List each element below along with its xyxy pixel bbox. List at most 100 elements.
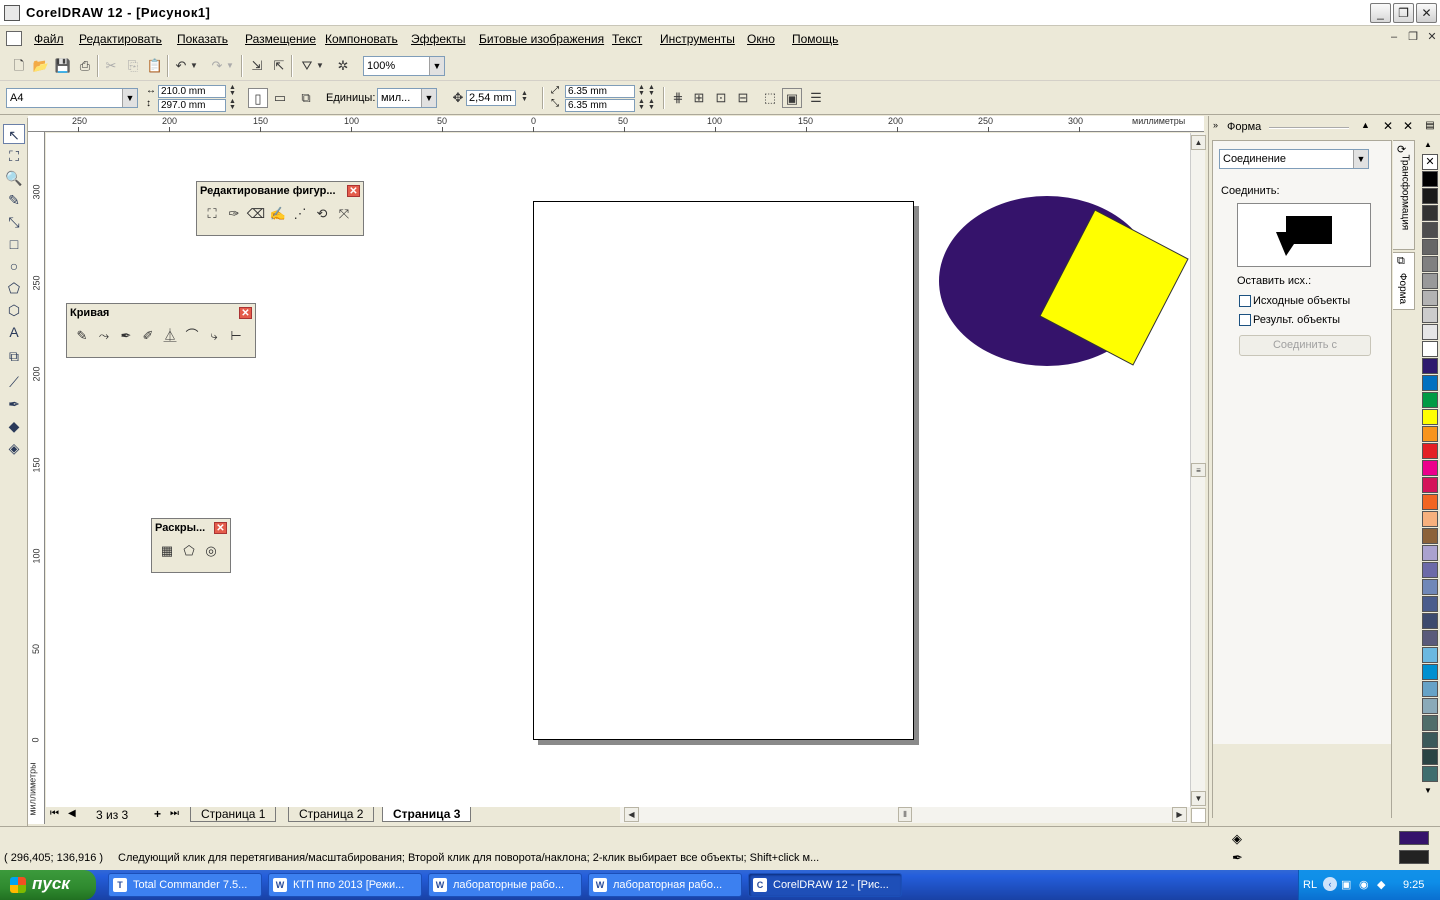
graph-paper-icon[interactable]: ▦ — [157, 541, 177, 561]
color-swatch[interactable] — [1422, 749, 1438, 765]
nudge-spinner[interactable]: ▲ ▼ — [520, 90, 529, 104]
interactive-fill-icon[interactable]: ◈ — [3, 438, 25, 458]
color-swatch[interactable] — [1422, 630, 1438, 646]
close-icon[interactable]: ✕ — [239, 307, 252, 319]
toolbar-header[interactable]: Раскры... ✕ — [152, 519, 230, 537]
menu-view[interactable]: Показать — [177, 32, 228, 46]
shaping-mode-combo[interactable]: Соединение ▼ — [1219, 149, 1369, 169]
close-icon[interactable]: ✕ — [214, 522, 227, 534]
color-swatch[interactable] — [1422, 239, 1438, 255]
color-swatch[interactable] — [1422, 579, 1438, 595]
eraser-tool-icon[interactable]: ⌫ — [246, 204, 266, 224]
scroll-thumb-h[interactable]: ⦀ — [898, 807, 912, 822]
add-page-icon[interactable]: + — [154, 807, 161, 821]
docker-close-icon[interactable]: ✕ — [1383, 119, 1393, 133]
outline-indicator-icon[interactable]: ✒ — [1232, 850, 1243, 866]
new-icon[interactable]: 🗋 — [9, 56, 29, 76]
zoom-tool-icon[interactable]: 🔍 — [3, 168, 25, 188]
menu-layout[interactable]: Размещение — [245, 32, 316, 46]
palette-down-icon[interactable]: ▼ — [1424, 786, 1432, 795]
scroll-up-icon[interactable]: ▲ — [1191, 135, 1206, 150]
text-tool-icon[interactable]: A — [3, 322, 25, 342]
color-swatch[interactable] — [1422, 715, 1438, 731]
color-swatch[interactable] — [1422, 477, 1438, 493]
undo-dropdown-icon[interactable]: ▼ — [189, 56, 199, 76]
roughen-tool-icon[interactable]: ⋰ — [290, 204, 310, 224]
color-swatch[interactable] — [1422, 426, 1438, 442]
color-swatch[interactable] — [1422, 698, 1438, 714]
freehand-icon[interactable]: ✎ — [72, 326, 92, 346]
freehand-tool-icon[interactable]: ✎ — [3, 190, 25, 210]
draw-properties-icon[interactable]: ▣ — [782, 88, 802, 108]
duplicate-x-field[interactable]: 6.35 mm — [565, 85, 635, 98]
ellipse-tool-icon[interactable]: ○ — [3, 256, 25, 276]
horizontal-scrollbar[interactable]: ◀ ⦀ ▶ — [620, 807, 1190, 823]
page-width-field[interactable]: 210.0 mm — [158, 85, 226, 98]
color-swatch[interactable] — [1422, 273, 1438, 289]
menu-help[interactable]: Помощь — [792, 32, 838, 46]
menu-arrange[interactable]: Компоновать — [325, 32, 398, 46]
firefox-icon[interactable]: ◉ — [1359, 878, 1369, 891]
page-layout-icon[interactable]: ⧉ — [296, 88, 316, 108]
close-button[interactable]: ✕ — [1416, 3, 1437, 23]
bezier-icon[interactable]: ⤳ — [94, 326, 114, 346]
dup-x-spinner-2[interactable]: ▲ ▼ — [647, 84, 656, 98]
menu-window[interactable]: Окно — [747, 32, 775, 46]
color-swatch[interactable] — [1422, 375, 1438, 391]
interactive-blend-icon[interactable]: ⧉ — [3, 346, 25, 366]
dup-y-spinner[interactable]: ▲ ▼ — [637, 98, 646, 112]
document-icon[interactable] — [6, 31, 22, 46]
menu-bitmaps[interactable]: Битовые изображения — [479, 32, 604, 46]
snap-guidelines-icon[interactable]: ⊞ — [689, 88, 709, 108]
last-page-icon[interactable]: ⏭ — [170, 808, 179, 819]
app-icon[interactable] — [4, 5, 20, 21]
doc-restore-button[interactable]: ❐ — [1405, 31, 1421, 45]
launcher-icon[interactable]: ⛛ — [297, 56, 317, 76]
eyedropper-tool-icon[interactable]: ⟋ — [3, 372, 25, 392]
scroll-left-icon[interactable]: ◀ — [624, 807, 639, 822]
palette-up-icon[interactable]: ▲ — [1424, 140, 1432, 149]
color-swatch[interactable] — [1422, 494, 1438, 510]
height-spinner[interactable]: ▲ ▼ — [228, 98, 237, 112]
open-icon[interactable]: 📂 — [31, 56, 51, 76]
fill-color-swatch[interactable] — [1399, 831, 1429, 845]
color-swatch[interactable] — [1422, 392, 1438, 408]
color-swatch[interactable] — [1422, 341, 1438, 357]
fill-indicator-icon[interactable]: ◈ — [1232, 831, 1242, 847]
copy-icon[interactable]: ⎘ — [123, 56, 143, 76]
prev-page-icon[interactable]: ◀ — [68, 808, 76, 819]
outline-color-swatch[interactable] — [1399, 850, 1429, 864]
snap-grid-icon[interactable]: ⋕ — [668, 88, 688, 108]
connector-icon[interactable]: ⤷ — [204, 326, 224, 346]
tab-transform[interactable]: ⟳ Трансформация — [1393, 140, 1415, 250]
nudge-field[interactable]: 2,54 mm — [466, 90, 516, 106]
tab-page-3[interactable]: Страница 3 — [382, 807, 472, 822]
color-swatch[interactable] — [1422, 613, 1438, 629]
color-swatch[interactable] — [1422, 596, 1438, 612]
color-swatch[interactable] — [1422, 358, 1438, 374]
pen-icon[interactable]: ✐ — [138, 326, 158, 346]
scroll-right-icon[interactable]: ▶ — [1172, 807, 1187, 822]
cut-icon[interactable]: ✂ — [101, 56, 121, 76]
minimize-button[interactable]: _ — [1370, 3, 1391, 23]
treat-as-filled-icon[interactable]: ⬚ — [760, 88, 780, 108]
smart-fill-icon[interactable]: ⤡ — [3, 212, 25, 232]
duplicate-y-field[interactable]: 6.35 mm — [565, 99, 635, 112]
knife-tool-icon[interactable]: ✑ — [224, 204, 244, 224]
chevron-down-icon[interactable]: ▼ — [429, 57, 444, 75]
scroll-down-icon[interactable]: ▼ — [1191, 791, 1206, 806]
vertical-ruler[interactable]: 300 250 200 150 100 50 0 миллиметры — [28, 132, 45, 824]
docker-collapse-icon[interactable]: » — [1213, 120, 1218, 130]
weld-to-button[interactable]: Соединить с — [1239, 335, 1371, 356]
dimension-icon[interactable]: ⊢ — [226, 326, 246, 346]
first-page-icon[interactable]: ⏮ — [50, 808, 59, 819]
network-icon[interactable]: ▣ — [1341, 878, 1351, 891]
zoom-combo[interactable]: 100% ▼ — [363, 56, 445, 76]
print-icon[interactable]: ⎙ — [75, 56, 95, 76]
color-swatch[interactable] — [1422, 732, 1438, 748]
result-objects-checkbox[interactable] — [1239, 314, 1251, 326]
drawing-page[interactable] — [533, 201, 914, 740]
close-icon[interactable]: ✕ — [347, 185, 360, 197]
color-swatch[interactable] — [1422, 681, 1438, 697]
color-swatch[interactable] — [1422, 307, 1438, 323]
